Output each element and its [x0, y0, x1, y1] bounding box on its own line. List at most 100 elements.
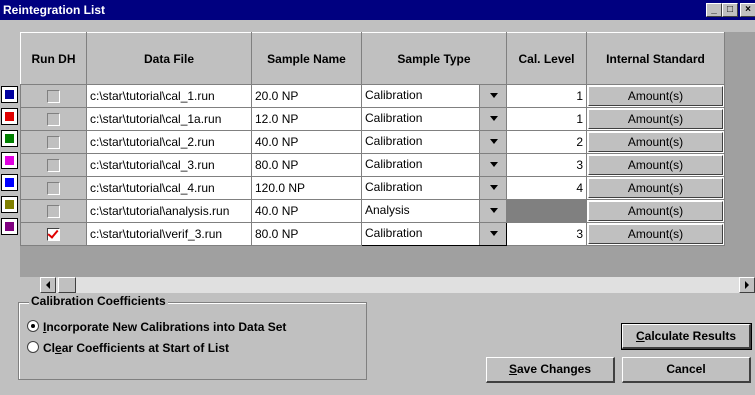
cal-level-cell[interactable] — [506, 199, 587, 223]
sample-type-cell[interactable]: Calibration — [361, 222, 507, 246]
chevron-down-icon[interactable] — [479, 131, 506, 153]
cancel-button[interactable]: Cancel — [622, 357, 751, 383]
radio-clear[interactable]: Clear Coefficients at Start of List — [27, 341, 229, 355]
cal-level-cell[interactable]: 4 — [506, 176, 587, 200]
data-file-cell[interactable]: c:\star\tutorial\cal_1.run — [86, 84, 252, 108]
sample-type-dropdown[interactable]: Calibration — [362, 85, 506, 107]
chevron-down-icon[interactable] — [479, 200, 506, 222]
row-color-swatch[interactable] — [1, 196, 18, 213]
internal-standard-cell[interactable]: Amount(s) — [586, 199, 725, 223]
table-row[interactable]: c:\star\tutorial\cal_1.run 20.0 NP Calibra… — [20, 84, 725, 108]
run-dh-checkbox[interactable] — [47, 113, 60, 127]
internal-standard-cell[interactable]: Amount(s) — [586, 222, 725, 246]
save-changes-button[interactable]: Save Changes — [486, 357, 615, 383]
table-row[interactable]: c:\star\tutorial\cal_3.run 80.0 NP Calibra… — [20, 153, 725, 177]
run-dh-cell[interactable] — [20, 176, 87, 200]
sample-name-cell[interactable]: 80.0 NP — [251, 153, 362, 177]
row-color-swatch[interactable] — [1, 174, 18, 191]
sample-type-cell[interactable]: Calibration — [361, 84, 507, 108]
amounts-button[interactable]: Amount(s) — [588, 224, 723, 244]
cal-level-cell[interactable]: 2 — [506, 130, 587, 154]
header-internal-standard[interactable]: Internal Standard — [586, 32, 725, 85]
internal-standard-cell[interactable]: Amount(s) — [586, 153, 725, 177]
run-dh-checkbox[interactable] — [47, 159, 60, 173]
run-dh-cell[interactable] — [20, 153, 87, 177]
sample-type-cell[interactable]: Calibration — [361, 130, 507, 154]
cal-level-cell[interactable]: 3 — [506, 222, 587, 246]
row-color-swatch[interactable] — [1, 108, 18, 125]
calculate-results-button[interactable]: Calculate Results — [621, 323, 752, 350]
data-file-cell[interactable]: c:\star\tutorial\cal_3.run — [86, 153, 252, 177]
radio-clear-indicator[interactable] — [27, 341, 39, 353]
table-row[interactable]: c:\star\tutorial\analysis.run 40.0 NP Anal… — [20, 199, 725, 223]
sample-type-dropdown[interactable]: Calibration — [362, 131, 506, 153]
run-dh-cell[interactable] — [20, 84, 87, 108]
table-row[interactable]: c:\star\tutorial\cal_4.run 120.0 NP Calibr… — [20, 176, 725, 200]
sample-type-dropdown[interactable]: Calibration — [362, 154, 506, 176]
sample-name-cell[interactable]: 120.0 NP — [251, 176, 362, 200]
run-dh-cell[interactable] — [20, 199, 87, 223]
run-dh-cell[interactable] — [20, 222, 87, 246]
cal-level-cell[interactable]: 3 — [506, 153, 587, 177]
amounts-button[interactable]: Amount(s) — [588, 201, 723, 221]
amounts-button[interactable]: Amount(s) — [588, 178, 723, 198]
chevron-down-icon[interactable] — [479, 154, 506, 176]
row-color-swatch[interactable] — [1, 130, 18, 147]
run-dh-checkbox[interactable] — [47, 205, 60, 219]
header-cal-level[interactable]: Cal. Level — [506, 32, 587, 85]
row-color-swatch[interactable] — [1, 152, 18, 169]
sample-type-dropdown[interactable]: Calibration — [362, 108, 506, 130]
run-dh-checkbox[interactable] — [47, 228, 60, 242]
sample-name-cell[interactable]: 12.0 NP — [251, 107, 362, 131]
sample-type-dropdown[interactable]: Calibration — [362, 177, 506, 199]
chevron-down-icon[interactable] — [479, 85, 506, 107]
run-dh-cell[interactable] — [20, 130, 87, 154]
header-sample-type[interactable]: Sample Type — [361, 32, 507, 85]
chevron-down-icon[interactable] — [479, 177, 506, 199]
minimize-button[interactable]: _ — [706, 3, 722, 17]
horizontal-scrollbar[interactable] — [40, 277, 755, 293]
row-color-swatch[interactable] — [1, 218, 18, 235]
run-dh-checkbox[interactable] — [47, 90, 60, 104]
run-dh-checkbox[interactable] — [47, 136, 60, 150]
sample-name-cell[interactable]: 80.0 NP — [251, 222, 362, 246]
internal-standard-cell[interactable]: Amount(s) — [586, 176, 725, 200]
cal-level-cell[interactable]: 1 — [506, 107, 587, 131]
maximize-button[interactable]: □ — [722, 3, 738, 17]
scroll-left-button[interactable] — [40, 277, 56, 293]
header-data-file[interactable]: Data File — [86, 32, 252, 85]
chevron-down-icon[interactable] — [479, 223, 506, 245]
amounts-button[interactable]: Amount(s) — [588, 132, 723, 152]
internal-standard-cell[interactable]: Amount(s) — [586, 107, 725, 131]
run-dh-cell[interactable] — [20, 107, 87, 131]
sample-type-cell[interactable]: Calibration — [361, 107, 507, 131]
amounts-button[interactable]: Amount(s) — [588, 109, 723, 129]
table-row[interactable]: c:\star\tutorial\cal_1a.run 12.0 NP Calibr… — [20, 107, 725, 131]
amounts-button[interactable]: Amount(s) — [588, 86, 723, 106]
data-file-cell[interactable]: c:\star\tutorial\cal_2.run — [86, 130, 252, 154]
run-dh-checkbox[interactable] — [47, 182, 60, 196]
sample-name-cell[interactable]: 20.0 NP — [251, 84, 362, 108]
table-row[interactable]: c:\star\tutorial\verif_3.run 80.0 NP Calib… — [20, 222, 725, 246]
header-sample-name[interactable]: Sample Name — [251, 32, 362, 85]
amounts-button[interactable]: Amount(s) — [588, 155, 723, 175]
scroll-right-button[interactable] — [739, 277, 755, 293]
data-file-cell[interactable]: c:\star\tutorial\analysis.run — [86, 199, 252, 223]
close-button[interactable]: × — [740, 3, 755, 17]
sample-type-dropdown[interactable]: Analysis — [362, 200, 506, 222]
sample-name-cell[interactable]: 40.0 NP — [251, 199, 362, 223]
table-row[interactable]: c:\star\tutorial\cal_2.run 40.0 NP Calibra… — [20, 130, 725, 154]
radio-incorporate[interactable]: Incorporate New Calibrations into Data S… — [27, 320, 286, 334]
scroll-thumb[interactable] — [58, 277, 76, 293]
chevron-down-icon[interactable] — [479, 108, 506, 130]
header-run-dh[interactable]: Run DH — [20, 32, 87, 85]
sample-type-cell[interactable]: Calibration — [361, 176, 507, 200]
data-file-cell[interactable]: c:\star\tutorial\cal_1a.run — [86, 107, 252, 131]
internal-standard-cell[interactable]: Amount(s) — [586, 84, 725, 108]
internal-standard-cell[interactable]: Amount(s) — [586, 130, 725, 154]
sample-type-cell[interactable]: Analysis — [361, 199, 507, 223]
radio-incorporate-indicator[interactable] — [27, 320, 39, 332]
sample-type-dropdown[interactable]: Calibration — [362, 223, 506, 245]
data-file-cell[interactable]: c:\star\tutorial\cal_4.run — [86, 176, 252, 200]
cal-level-cell[interactable]: 1 — [506, 84, 587, 108]
